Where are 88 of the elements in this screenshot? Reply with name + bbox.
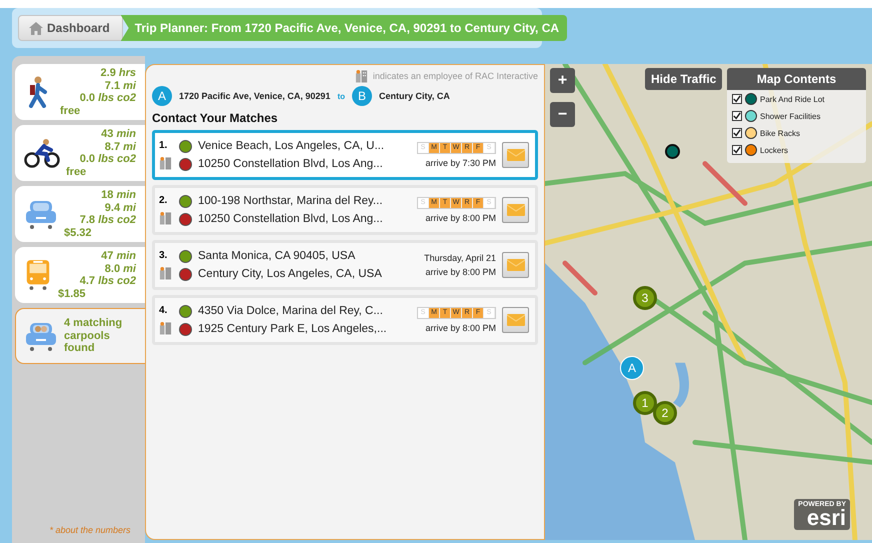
trip-stat: 7.1 mi: [104, 80, 136, 92]
origin-address: Venice Beach, Los Angeles, CA, U...: [198, 140, 384, 152]
carpool-car-icon: [24, 320, 58, 352]
layer-checkbox[interactable]: [732, 128, 742, 138]
office-building-icon: [159, 211, 172, 225]
car-icon: [24, 198, 58, 230]
email-button[interactable]: [502, 197, 529, 223]
destination-address: 1925 Century Park E, Los Angeles,...: [198, 323, 387, 335]
bus-icon: [24, 259, 52, 291]
envelope-icon: [506, 204, 524, 216]
travel-mode-card[interactable]: 43 min 8.7 mi 0.0 lbs co2 free: [15, 125, 145, 181]
origin-address: 100-198 Northstar, Marina del Rey...: [198, 195, 383, 207]
destination-dot-icon: [179, 268, 192, 280]
to-label: to: [337, 92, 345, 100]
origin-dot-icon: [179, 194, 192, 208]
destination-address: Century City, Los Angeles, CA, USA: [198, 268, 382, 280]
match-number: 1.: [159, 140, 168, 151]
email-button[interactable]: [502, 307, 529, 333]
origin-dot-icon: [179, 250, 192, 262]
dashboard-button[interactable]: Dashboard: [18, 15, 123, 41]
destination-address: 10250 Constellation Blvd, Los Ang...: [198, 158, 383, 170]
trip-stat: 4.7 lbs co2: [80, 275, 136, 288]
start-address: 1720 Pacific Ave, Venice, CA, 90291: [179, 91, 330, 101]
trip-stat: 7.8 lbs co2: [80, 214, 136, 226]
match-number: 3.: [159, 250, 168, 261]
trip-stat: 0.0 lbs co2: [80, 153, 136, 166]
arrival-time: arrive by 8:00 PM: [425, 213, 496, 223]
zoom-out-button[interactable]: −: [550, 102, 575, 127]
envelope-icon: [506, 314, 524, 326]
trip-cost: free: [66, 166, 86, 178]
home-icon: [29, 22, 43, 34]
map-contents-title: Map Contents: [727, 68, 866, 90]
trip-cost: $1.85: [58, 288, 86, 300]
travel-mode-card[interactable]: 18 min 9.4 mi 7.8 lbs co2 $5.32: [15, 186, 145, 242]
destination-dot-icon: [179, 212, 192, 226]
layer-checkbox[interactable]: [732, 94, 742, 104]
office-building-icon: [159, 266, 172, 280]
end-address: Century City, CA: [379, 91, 450, 101]
trip-cost: free: [60, 104, 80, 117]
envelope-icon: [506, 259, 524, 271]
page-title-breadcrumb: Trip Planner: From 1720 Pacific Ave, Venice, CA, 90291 to Century City, CA: [120, 15, 568, 41]
layer-checkbox[interactable]: [732, 111, 742, 121]
carpool-match-row[interactable]: 3. Santa Monica, CA 90405, USA Century City, Los Angeles, CA, USA Thursday, April 21 arrive by 8:00 PM: [152, 240, 538, 290]
arrival-time: arrive by 7:30 PM: [425, 158, 496, 168]
arrival-time: arrive by 8:00 PM: [425, 323, 496, 333]
hide-traffic-button[interactable]: Hide Traffic: [645, 68, 722, 90]
trip-cost: $5.32: [64, 226, 92, 239]
match-number: 4.: [159, 305, 168, 316]
origin-address: 4350 Via Dolce, Marina del Rey, C...: [198, 305, 383, 317]
travel-mode-card[interactable]: 2.9 hrs 7.1 mi 0.0 lbs co2 free: [15, 64, 145, 120]
destination-address: 10250 Constellation Blvd, Los Ang...: [198, 213, 383, 225]
trip-stat: 8.7 mi: [104, 140, 136, 153]
email-button[interactable]: [502, 142, 529, 168]
travel-mode-card[interactable]: 47 min 8.0 mi 4.7 lbs co2 $1.85: [15, 247, 145, 303]
origin-address: Santa Monica, CA 90405, USA: [198, 250, 356, 262]
trip-stat: 43 min: [101, 128, 136, 140]
origin-dot-icon: [179, 304, 192, 318]
end-marker: B: [352, 86, 372, 106]
trip-stat: 9.4 mi: [104, 202, 136, 214]
layer-label: Lockers: [760, 146, 788, 154]
office-building-icon: [354, 69, 368, 83]
trip-stat: 0.0 lbs co2: [80, 92, 136, 104]
office-building-icon: [159, 156, 172, 170]
trip-stat: 4 matching carpools found: [64, 317, 124, 355]
employee-legend-text: indicates an employee of RAC Interactive: [372, 71, 538, 81]
trip-stat: 47 min: [101, 250, 136, 262]
envelope-icon: [506, 149, 524, 161]
destination-dot-icon: [179, 322, 192, 336]
matches-heading: Contact Your Matches: [152, 111, 279, 125]
arrival-time: arrive by 8:00 PM: [425, 267, 496, 277]
layer-label: Park And Ride Lot: [760, 94, 824, 104]
travel-mode-card[interactable]: 4 matching carpools found: [15, 308, 145, 364]
trip-stat: 18 min: [101, 189, 136, 202]
origin-dot-icon: [179, 140, 192, 152]
trip-stat: 2.9 hrs: [100, 67, 136, 80]
match-number: 2.: [159, 195, 168, 206]
email-button[interactable]: [502, 252, 529, 278]
zoom-in-button[interactable]: +: [550, 68, 575, 93]
bicycle-icon: [24, 138, 60, 168]
layer-label: Bike Racks: [760, 128, 800, 138]
layer-label: Shower Facilities: [760, 112, 820, 120]
start-marker: A: [152, 86, 172, 106]
office-building-icon: [159, 321, 172, 335]
trip-date: Thursday, April 21: [424, 253, 496, 263]
about-numbers-link[interactable]: * about the numbers: [15, 525, 145, 535]
layer-checkbox[interactable]: [732, 145, 742, 155]
trip-stat: 8.0 mi: [104, 262, 136, 275]
destination-dot-icon: [179, 158, 192, 170]
